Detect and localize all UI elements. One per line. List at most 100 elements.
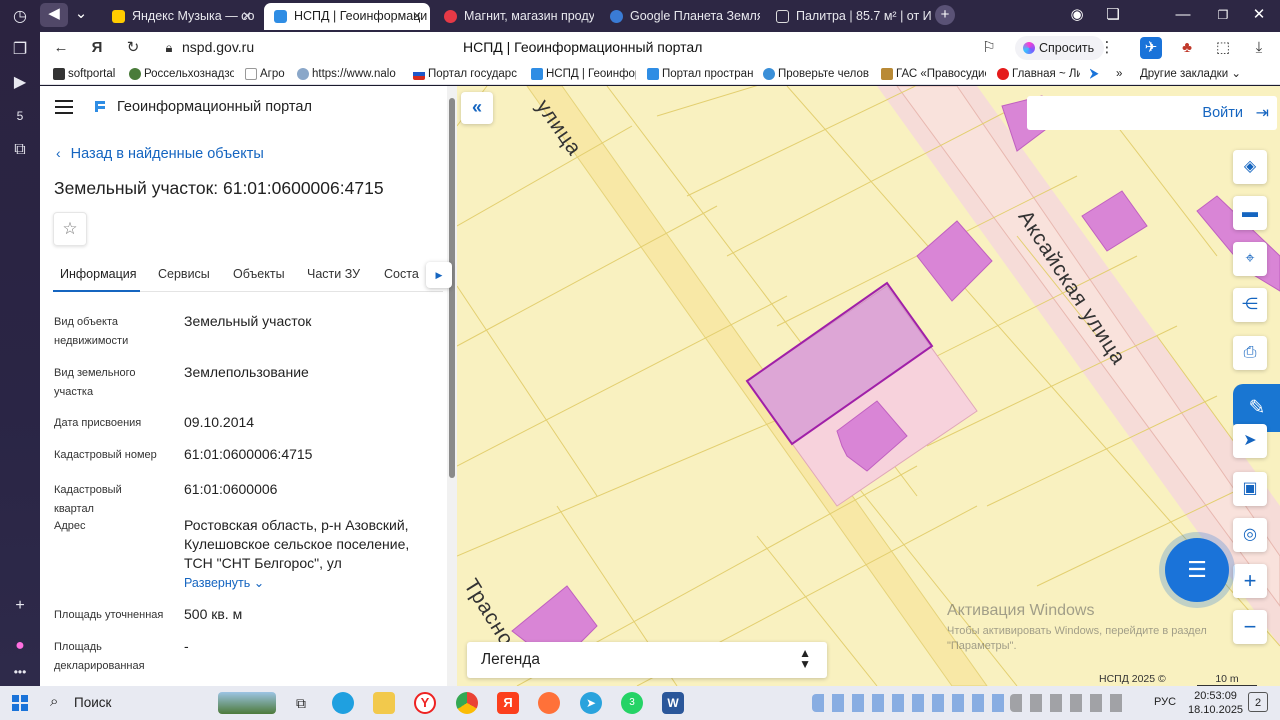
expand-address-link[interactable]: Развернуть ⌄ — [184, 575, 264, 590]
other-bookmarks-folder[interactable]: Другие закладки ⌄ — [1140, 66, 1250, 82]
tabs-scroll-right-button[interactable]: ▶ — [426, 262, 452, 288]
bookmark-item[interactable]: Портал государс — [412, 66, 518, 82]
page-favicon — [776, 10, 789, 23]
tab-count-icon[interactable]: 5 — [8, 104, 32, 128]
restore-icon[interactable]: ❐ — [1212, 4, 1234, 26]
expand-legend-icon[interactable]: ▲ ▼ — [799, 647, 811, 670]
alice-icon[interactable]: ● — [8, 634, 32, 658]
picture-in-picture-icon[interactable]: ▣ — [1233, 472, 1267, 506]
close-icon[interactable]: ✕ — [242, 3, 252, 30]
bookmark-item[interactable]: Проверьте челов — [762, 66, 870, 82]
cadastral-map[interactable]: улица Аксайская улица Трасно « Войти ⇥ ◈… — [457, 86, 1280, 686]
login-label: Войти — [1202, 105, 1243, 121]
add-panel-icon[interactable]: + — [8, 594, 32, 618]
yandex-icon[interactable]: Я — [497, 692, 519, 714]
search-highlight-image[interactable] — [218, 692, 276, 714]
bookmark-item[interactable]: Портал простран — [646, 66, 756, 82]
login-button[interactable]: Войти ⇥ — [1027, 96, 1277, 130]
legend-panel[interactable]: Легенда ▲ ▼ — [467, 642, 827, 678]
url-field[interactable]: nspd.gov.ru — [182, 39, 254, 55]
extension-icon[interactable]: ♣ — [1176, 37, 1198, 59]
close-icon[interactable]: ✕ — [412, 3, 422, 30]
tab-parcel-parts[interactable]: Части ЗУ — [307, 267, 360, 281]
bookmark-item[interactable]: softportal — [52, 66, 122, 82]
media-player-icon[interactable]: ▶ — [8, 71, 32, 95]
bookmark-extra-icon[interactable]: ⮞ — [1090, 66, 1104, 82]
tray-icons[interactable] — [812, 694, 1008, 712]
back-to-results-link[interactable]: ‹ Назад в найденные объекты — [56, 145, 264, 162]
hamburger-menu-icon[interactable] — [55, 100, 73, 114]
tab-magnit[interactable]: Магнит, магазин продукт — [434, 3, 594, 30]
tab-information[interactable]: Информация — [60, 267, 137, 281]
bookmark-item[interactable]: НСПД | Геоинфор — [530, 66, 636, 82]
bookmark-item[interactable]: ГАС «Правосудие — [880, 66, 986, 82]
language-indicator[interactable]: РУС — [1154, 696, 1176, 708]
whatsapp-icon[interactable]: 3 — [621, 692, 643, 714]
portal-name: Геоинформационный портал — [117, 99, 312, 115]
notifications-icon[interactable]: 2 — [1248, 692, 1268, 712]
system-tray-icons[interactable] — [1010, 694, 1130, 712]
area-search-icon[interactable]: ⌖ — [1233, 242, 1267, 276]
new-tab-icon[interactable]: + — [935, 5, 955, 25]
bookmark-item[interactable]: Главная ~ Лич — [996, 66, 1080, 82]
zoom-in-icon[interactable]: + — [1233, 564, 1267, 598]
favorite-star-button[interactable]: ☆ — [53, 212, 87, 246]
reload-icon[interactable]: ↻ — [122, 37, 144, 59]
bookmark-item[interactable]: Агро — [244, 66, 294, 82]
telegram-icon[interactable]: ➤ — [580, 692, 602, 714]
word-icon[interactable]: W — [662, 692, 684, 714]
tab-google-earth[interactable]: Google Планета Земля — [600, 3, 760, 30]
history-icon[interactable]: ◷ — [8, 5, 32, 29]
download-icon[interactable]: ⤓ — [1248, 37, 1270, 59]
print-icon[interactable]: ⎙ — [1233, 336, 1267, 370]
portal-logo-icon — [95, 101, 105, 112]
bookmark-item[interactable]: Россельхознадзо — [128, 66, 234, 82]
chat-button[interactable]: ☰ — [1165, 538, 1229, 602]
extensions-icon[interactable]: ⬚ — [1212, 37, 1234, 59]
minimize-icon[interactable]: — — [1172, 4, 1194, 26]
tab-palitra[interactable]: Палитра | 85.7 м² | от ИП — [766, 3, 932, 30]
taskbar-search[interactable]: Поиск — [74, 695, 111, 710]
edge-icon[interactable] — [332, 692, 354, 714]
ask-button[interactable]: Спросить — [1015, 36, 1105, 60]
search-icon[interactable]: ⌕ — [50, 693, 58, 710]
bookmark-icon[interactable]: ⚐ — [978, 37, 1000, 59]
lock-icon[interactable]: 🔒︎ — [158, 37, 180, 59]
more-icon[interactable]: ••• — [8, 660, 32, 684]
chrome-icon[interactable] — [456, 692, 478, 714]
collapse-panel-button[interactable]: « — [461, 92, 493, 124]
speaker-icon[interactable]: ◀ — [40, 3, 68, 27]
extension-icon[interactable]: ✈ — [1140, 37, 1162, 59]
screenshot-icon[interactable]: ⧉ — [8, 138, 32, 162]
back-icon[interactable]: ← — [50, 37, 72, 59]
file-explorer-icon[interactable] — [373, 692, 395, 714]
windows-activation-title: Активация Windows — [947, 602, 1095, 619]
layers-icon[interactable]: ◈ — [1233, 150, 1267, 184]
task-view-icon[interactable]: ⧉ — [290, 692, 312, 714]
share-icon[interactable]: ⋲ — [1233, 288, 1267, 322]
yandex-icon[interactable]: Я — [86, 37, 108, 59]
bookmark-item[interactable]: https://www.nalo — [296, 66, 400, 82]
menu-dots-icon[interactable]: ⋮ — [1096, 37, 1118, 59]
tabs-dropdown-icon[interactable]: ⌄ — [70, 3, 92, 25]
geolocation-icon[interactable]: ◎ — [1233, 518, 1267, 552]
tab-composition[interactable]: Соста — [384, 267, 424, 281]
clock[interactable]: 20:53:09 18.10.2025 — [1188, 689, 1243, 717]
close-window-icon[interactable]: ✕ — [1248, 4, 1270, 26]
navigate-icon[interactable]: ➤ — [1233, 424, 1267, 458]
ruler-icon[interactable]: ▬ — [1233, 196, 1267, 230]
tab-yandex-music[interactable]: Яндекс Музыка — со ✕ — [102, 3, 260, 30]
scrollbar-thumb[interactable] — [449, 98, 455, 478]
tab-objects[interactable]: Объекты — [233, 267, 285, 281]
yandex-browser-icon[interactable]: Y — [414, 692, 436, 714]
value-cadastral-number: 61:01:0600006:4715 — [184, 446, 313, 462]
start-button[interactable] — [12, 695, 28, 711]
profile-avatar-icon[interactable]: ◉ — [1066, 4, 1088, 26]
firefox-icon[interactable] — [538, 692, 560, 714]
tabs-overview-icon[interactable]: ❏ — [1102, 4, 1124, 26]
tab-nspd[interactable]: НСПД | Геоинформаци ✕ — [264, 3, 430, 30]
object-info-panel: Геоинформационный портал ‹ Назад в найден… — [40, 86, 457, 686]
tab-services[interactable]: Сервисы — [158, 267, 210, 281]
collections-icon[interactable]: ❐ — [8, 38, 32, 62]
more-bookmarks-button[interactable]: » — [1116, 66, 1130, 82]
